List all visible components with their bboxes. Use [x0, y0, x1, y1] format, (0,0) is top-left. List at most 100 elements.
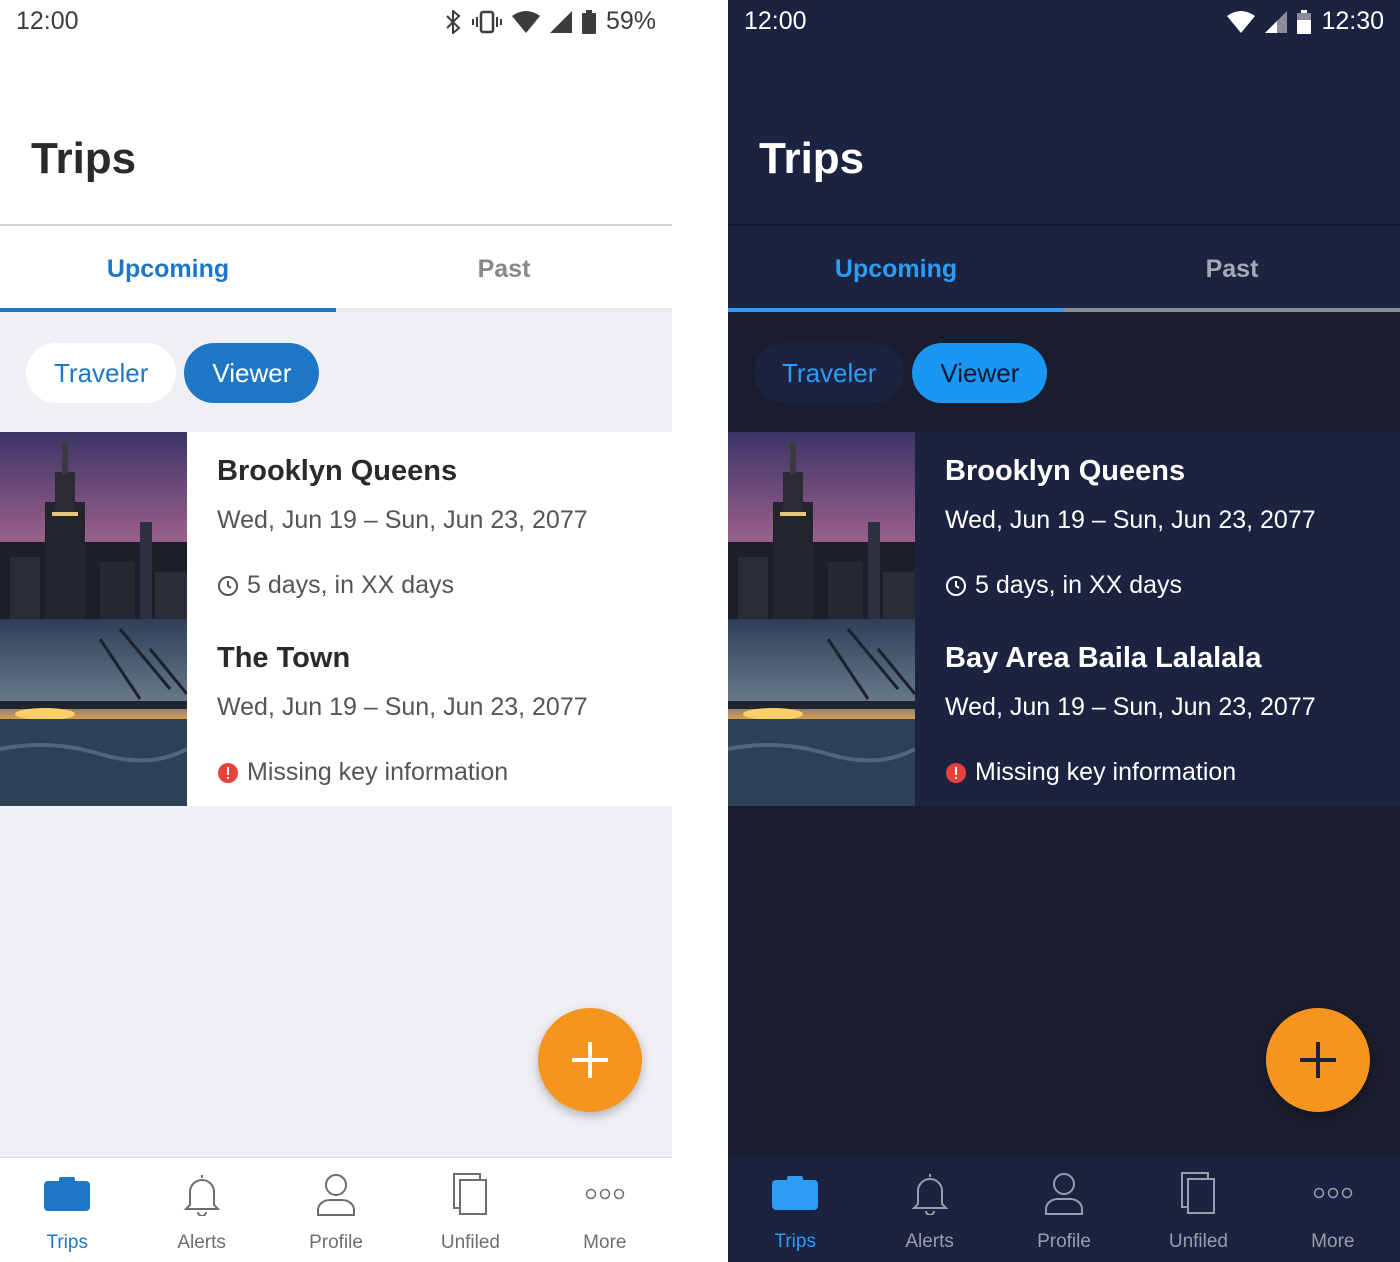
- nav-label: Profile: [309, 1232, 363, 1253]
- tab-indicator: [1064, 308, 1400, 312]
- status-bar: 12:00 59%: [0, 0, 672, 44]
- light-theme-screen: 12:00 59% Trips Upcoming Past Traveler V…: [0, 0, 672, 1262]
- battery-icon: [1297, 9, 1312, 34]
- battery-icon: [581, 9, 596, 34]
- wifi-icon: [511, 10, 540, 33]
- trip-duration: 5 days, in XX days: [247, 571, 455, 599]
- trip-duration: 5 days, in XX days: [975, 571, 1183, 599]
- viewer-chip[interactable]: Viewer: [184, 343, 320, 403]
- trip-dates: Wed, Jun 19 – Sun, Jun 23, 2077: [217, 693, 588, 721]
- trip-card[interactable]: Brooklyn Queens Wed, Jun 19 – Sun, Jun 2…: [0, 432, 672, 619]
- plus-icon: [572, 1042, 608, 1078]
- tab-label: Past: [477, 254, 531, 283]
- trip-tabs: Upcoming Past: [728, 224, 1400, 312]
- tab-upcoming[interactable]: Upcoming: [0, 226, 336, 312]
- trip-dates: Wed, Jun 19 – Sun, Jun 23, 2077: [945, 693, 1316, 721]
- add-trip-button[interactable]: [538, 1008, 642, 1112]
- nav-label: Alerts: [905, 1231, 954, 1252]
- tab-past[interactable]: Past: [1064, 226, 1400, 312]
- tab-label: Past: [1205, 254, 1259, 283]
- alert-icon: [218, 762, 238, 783]
- viewer-chip[interactable]: Viewer: [912, 343, 1048, 403]
- more-icon: [585, 1188, 625, 1200]
- nav-label: Unfiled: [1168, 1231, 1228, 1252]
- role-filter: Traveler Viewer: [26, 343, 320, 403]
- nav-unfiled[interactable]: Unfiled: [403, 1158, 537, 1262]
- status-time: 12:00: [744, 7, 807, 35]
- bottom-nav: Trips Alerts Profile Unfiled More: [0, 1157, 672, 1262]
- trip-name: The Town: [217, 642, 351, 674]
- harbor-sunset-image: [0, 619, 187, 806]
- tab-indicator: [336, 308, 672, 312]
- trip-dates: Wed, Jun 19 – Sun, Jun 23, 2077: [945, 506, 1316, 534]
- trip-name: Brooklyn Queens: [217, 455, 458, 487]
- tab-label: Upcoming: [106, 254, 230, 283]
- status-bar: 12:00 12:30: [728, 0, 1400, 44]
- nav-more[interactable]: More: [538, 1158, 672, 1262]
- nav-unfiled[interactable]: Unfiled: [1131, 1157, 1265, 1262]
- vibrate-icon: [471, 10, 502, 33]
- trip-name: Bay Area Baila Lalalala: [945, 642, 1262, 674]
- documents-icon: [1181, 1172, 1216, 1214]
- trip-warning: Missing key information: [247, 758, 509, 786]
- nav-label: Alerts: [177, 1232, 226, 1253]
- traveler-chip[interactable]: Traveler: [754, 343, 905, 403]
- trip-warning: Missing key information: [975, 758, 1237, 786]
- add-trip-button[interactable]: [1266, 1008, 1370, 1112]
- person-icon: [317, 1174, 356, 1216]
- role-filter: Traveler Viewer: [754, 343, 1048, 403]
- page-title: Trips: [759, 134, 865, 183]
- city-skyline-image: [728, 432, 915, 619]
- clock-icon: [218, 575, 238, 596]
- trip-dates: Wed, Jun 19 – Sun, Jun 23, 2077: [217, 506, 588, 534]
- app-header: Trips: [728, 44, 1400, 224]
- nav-label: Unfiled: [440, 1232, 500, 1253]
- briefcase-icon: [772, 1176, 819, 1210]
- nav-alerts[interactable]: Alerts: [862, 1157, 996, 1262]
- briefcase-icon: [44, 1177, 91, 1211]
- plus-icon: [1300, 1042, 1336, 1078]
- documents-icon: [453, 1173, 488, 1215]
- status-clock: 12:30: [1321, 7, 1384, 35]
- nav-label: Profile: [1037, 1231, 1091, 1252]
- tab-indicator: [728, 308, 1064, 312]
- dark-theme-screen: 12:00 12:30 Trips Upcoming Past Traveler…: [728, 0, 1400, 1262]
- nav-more[interactable]: More: [1266, 1157, 1400, 1262]
- page-title: Trips: [31, 134, 137, 183]
- clock-icon: [946, 575, 966, 596]
- trip-card[interactable]: Brooklyn Queens Wed, Jun 19 – Sun, Jun 2…: [728, 432, 1400, 619]
- traveler-chip[interactable]: Traveler: [26, 343, 177, 403]
- nav-label: More: [583, 1232, 627, 1253]
- nav-alerts[interactable]: Alerts: [134, 1158, 268, 1262]
- city-skyline-image: [0, 432, 187, 619]
- bottom-nav: Trips Alerts Profile Unfiled More: [728, 1157, 1400, 1262]
- person-icon: [1045, 1173, 1084, 1215]
- alert-icon: [946, 762, 966, 783]
- status-time: 12:00: [16, 7, 79, 35]
- bluetooth-icon: [446, 9, 461, 34]
- tab-indicator: [0, 308, 336, 312]
- harbor-sunset-image: [728, 619, 915, 806]
- bell-icon: [911, 1174, 949, 1215]
- app-header: Trips: [0, 44, 672, 224]
- trip-card[interactable]: Bay Area Baila Lalalala Wed, Jun 19 – Su…: [728, 619, 1400, 806]
- nav-label: Trips: [46, 1232, 88, 1253]
- signal-icon: [549, 10, 572, 33]
- nav-profile[interactable]: Profile: [269, 1158, 403, 1262]
- bell-icon: [183, 1175, 221, 1216]
- tab-past[interactable]: Past: [336, 226, 672, 312]
- nav-profile[interactable]: Profile: [997, 1157, 1131, 1262]
- trip-tabs: Upcoming Past: [0, 224, 672, 312]
- nav-trips[interactable]: Trips: [0, 1158, 134, 1262]
- tab-upcoming[interactable]: Upcoming: [728, 226, 1064, 312]
- more-icon: [1313, 1187, 1353, 1199]
- signal-icon: [1265, 10, 1288, 33]
- nav-label: Trips: [774, 1231, 816, 1252]
- tab-label: Upcoming: [834, 254, 958, 283]
- trip-name: Brooklyn Queens: [945, 455, 1186, 487]
- nav-trips[interactable]: Trips: [728, 1157, 862, 1262]
- battery-percent: 59%: [605, 7, 656, 35]
- wifi-icon: [1227, 10, 1256, 33]
- trip-card[interactable]: The Town Wed, Jun 19 – Sun, Jun 23, 2077…: [0, 619, 672, 806]
- nav-label: More: [1311, 1231, 1355, 1252]
